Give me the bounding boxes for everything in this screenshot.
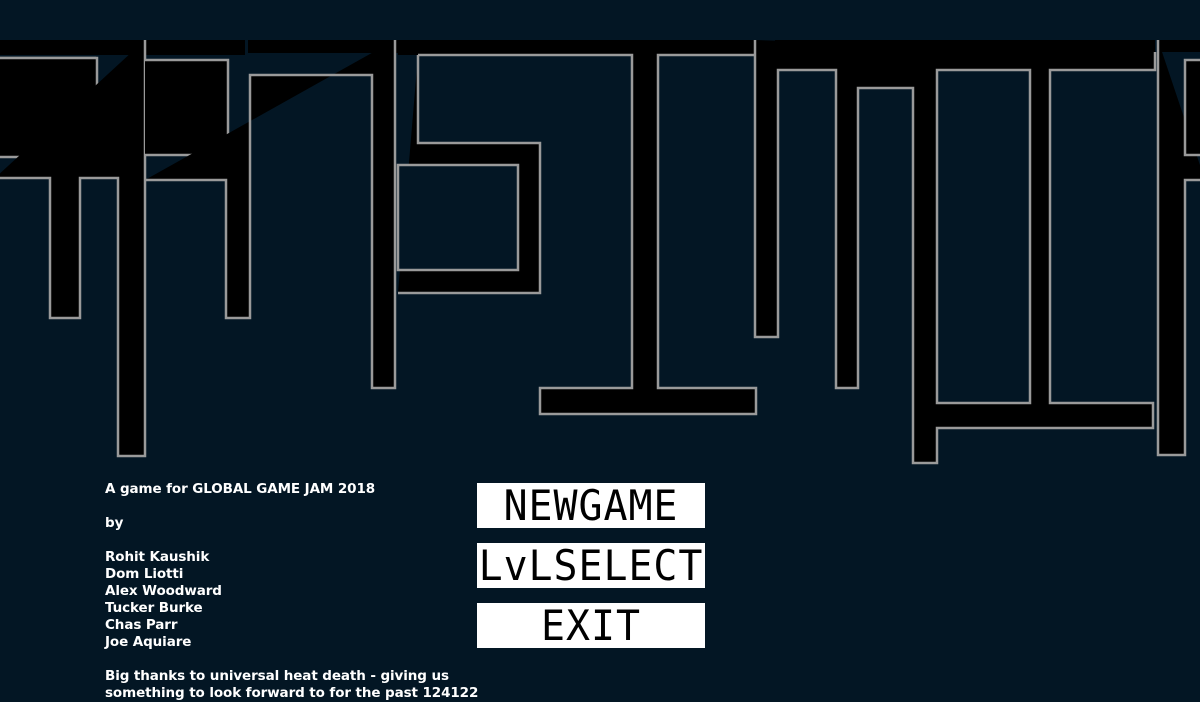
exit-button[interactable]: EXIT (477, 603, 705, 648)
new-game-button[interactable]: NEWGAME (477, 483, 705, 528)
credits-author: Chas Parr (105, 617, 178, 633)
credits-author: Joe Aquiare (105, 634, 192, 650)
level-select-button[interactable]: LvLSELECT (477, 543, 705, 588)
credits-author: Rohit Kaushik (105, 549, 210, 565)
credits-by: by (105, 515, 124, 531)
credits-author: Dom Liotti (105, 566, 184, 582)
game-title-logo (0, 40, 1200, 465)
credits-thanks-continued: something to look forward to for the pas… (105, 685, 479, 701)
credits-thanks: Big thanks to universal heat death - giv… (105, 668, 449, 684)
credits-author: Alex Woodward (105, 583, 222, 599)
credits-author: Tucker Burke (105, 600, 203, 616)
credits-text: A game for GLOBAL GAME JAM 2018 by Rohit… (105, 481, 478, 702)
credits-heading: A game for GLOBAL GAME JAM 2018 (105, 481, 376, 497)
